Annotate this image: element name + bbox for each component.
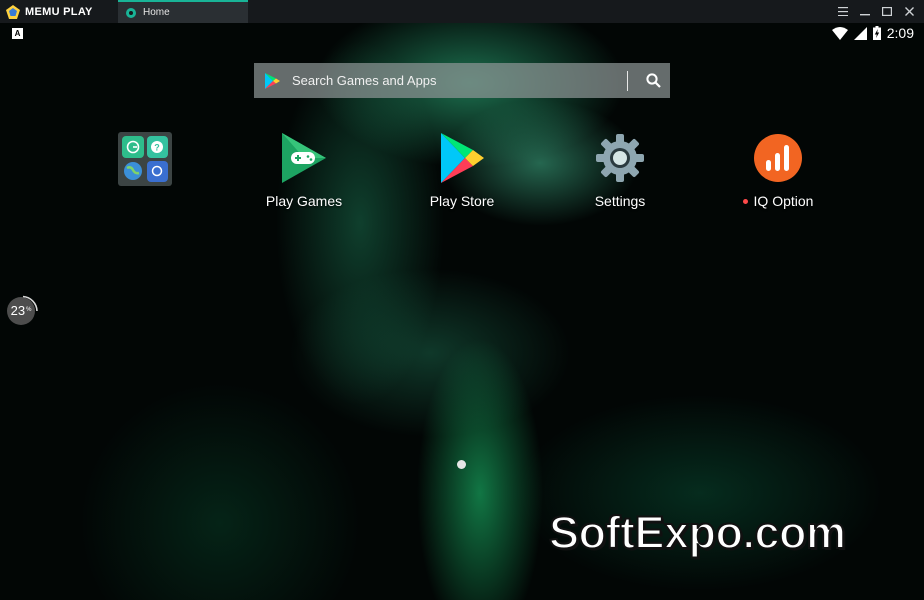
window-controls — [832, 0, 924, 23]
menu-button[interactable] — [832, 0, 854, 23]
progress-readout: 23% — [6, 295, 36, 325]
settings-gear-icon — [593, 131, 647, 185]
minimize-icon — [860, 14, 870, 16]
progress-unit: % — [26, 307, 32, 313]
progress-value: 23 — [10, 302, 26, 318]
notification-a-icon: A — [12, 28, 23, 39]
svg-text:?: ? — [155, 142, 161, 152]
app-folder[interactable]: ? — [118, 132, 172, 186]
app-label: IQ Option — [753, 193, 814, 209]
status-icons: 2:09 — [831, 25, 914, 41]
app-label: Play Store — [429, 193, 495, 209]
android-home-screen: A 2:09 Search Games and Apps ? Play Game… — [0, 23, 924, 600]
home-tab-icon — [126, 7, 136, 18]
maximize-icon — [882, 7, 892, 16]
progress-widget[interactable]: 23% — [6, 295, 38, 327]
app-play-store[interactable]: Play Store — [402, 131, 522, 209]
app-settings[interactable]: Settings — [560, 131, 680, 209]
play-store-small-icon — [265, 72, 280, 89]
tab-home-label: Home — [143, 7, 170, 18]
folder-help-icon: ? — [146, 136, 168, 158]
search-icon — [645, 73, 661, 88]
status-clock: 2:09 — [886, 25, 914, 41]
folder-globe-icon — [122, 161, 144, 183]
folder-app-circle-icon — [146, 160, 168, 182]
signal-icon — [853, 26, 867, 40]
status-bar: A 2:09 — [0, 23, 924, 47]
folder-app-g-icon — [122, 136, 144, 158]
app-play-games[interactable]: Play Games — [244, 131, 364, 209]
search-separator — [627, 70, 628, 91]
new-app-indicator — [742, 198, 748, 204]
app-label-with-dot: IQ Option — [742, 193, 814, 209]
memu-brand: MEMU PLAY — [0, 0, 114, 23]
close-button[interactable] — [898, 0, 920, 23]
page-indicator-dot — [457, 460, 466, 469]
emulator-titlebar: MEMU PLAY Home — [0, 0, 924, 23]
brand-name: MEMU PLAY — [25, 5, 93, 18]
battery-charging-icon — [872, 26, 881, 40]
menu-icon — [838, 7, 848, 16]
maximize-button[interactable] — [876, 0, 898, 23]
search-bar[interactable] — [254, 63, 670, 98]
wifi-icon — [831, 26, 848, 40]
search-input[interactable] — [290, 72, 627, 89]
play-games-icon — [277, 131, 331, 185]
tab-home[interactable]: Home — [118, 0, 248, 23]
search-button[interactable] — [636, 63, 670, 98]
play-store-icon — [435, 131, 489, 185]
memu-logo-icon — [6, 4, 20, 19]
watermark-text: SoftExpo.com — [548, 506, 847, 559]
app-iq-option[interactable]: IQ Option — [718, 131, 838, 209]
app-label: Settings — [594, 193, 646, 209]
minimize-button[interactable] — [854, 0, 876, 23]
close-icon — [904, 7, 914, 16]
app-label: Play Games — [265, 193, 343, 209]
iq-option-icon — [751, 131, 805, 185]
